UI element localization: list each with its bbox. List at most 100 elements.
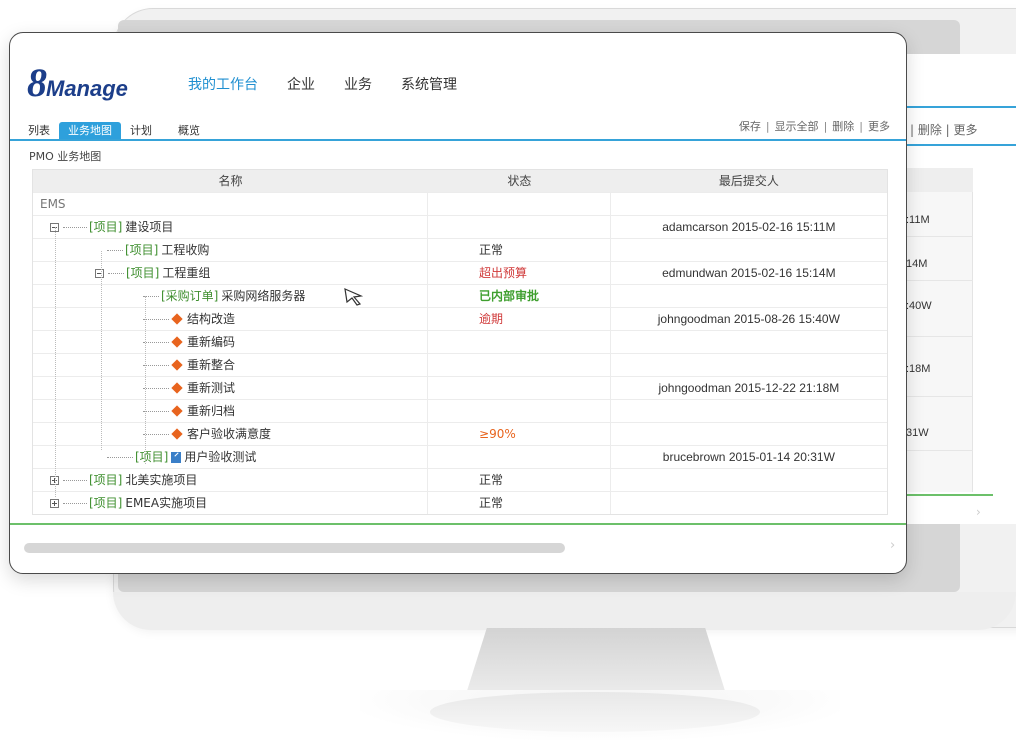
table-row[interactable]: 结构改造 逾期 johngoodman 2015-08-26 15:40W (33, 307, 887, 330)
row-name[interactable]: 重新归档 (187, 400, 235, 422)
row-name[interactable]: 用户验收测试 (184, 446, 256, 468)
row-tag: [项目] (89, 473, 123, 487)
monitor-screen-rule (905, 144, 1016, 146)
row-status (428, 216, 611, 238)
table-row[interactable]: 重新测试 johngoodman 2015-12-22 21:18M (33, 376, 887, 399)
collapse-toggle-icon[interactable] (95, 268, 104, 278)
table-row[interactable]: [项目] 工程重组 超出预算 edmundwan 2015-02-16 15:14… (33, 261, 887, 284)
column-header-name[interactable]: 名称 (33, 170, 428, 192)
row-submitter: brucebrown 2015-01-14 20:31W (662, 450, 835, 464)
row-tag: [项目] (89, 496, 123, 510)
stage: | 删除 | 更多 :11M 14M :40W :18M 31W › 8Mana… (0, 0, 1016, 743)
row-status (428, 446, 611, 468)
row-name[interactable]: 重新测试 (187, 377, 235, 399)
monitor-table-header (905, 168, 973, 192)
row-tag: [项目] (89, 220, 123, 234)
app-window: 8Manage 我的工作台 企业 业务 系统管理 列表 业务地图 计划 概览 保… (9, 32, 907, 574)
nav-item-workbench[interactable]: 我的工作台 (188, 74, 258, 94)
row-name[interactable]: 采购网络服务器 (221, 285, 305, 307)
row-name[interactable]: 结构改造 (187, 308, 235, 330)
table-row[interactable]: 重新整合 (33, 353, 887, 376)
monitor-row-line (905, 236, 973, 237)
row-status (428, 377, 611, 399)
row-name[interactable]: 北美实施项目 (125, 469, 197, 491)
row-name[interactable]: 工程重组 (162, 262, 210, 284)
row-submitter (611, 469, 887, 491)
monitor-toolbar: | 删除 | 更多 (910, 123, 978, 137)
tree-connector (143, 410, 169, 412)
row-name[interactable]: 建设项目 (125, 216, 173, 238)
delete-button[interactable]: 删除 (832, 120, 854, 133)
monitor-stand-neck (466, 628, 726, 694)
nav-item-business[interactable]: 业务 (344, 74, 372, 94)
row-status: 正常 (428, 239, 611, 261)
monitor-screen-rule (905, 106, 1016, 108)
row-submitter (611, 354, 887, 376)
section-title: PMO 业务地图 (29, 150, 102, 163)
table-row[interactable]: [项目] 北美实施项目 正常 (33, 468, 887, 491)
monitor-chin (113, 592, 1016, 630)
table-row[interactable]: [项目] 建设项目 adamcarson 2015-02-16 15:11M (33, 215, 887, 238)
tree-connector (63, 226, 87, 228)
milestone-diamond-icon (171, 405, 183, 417)
tree-guide-line (55, 227, 56, 497)
tree-connector (63, 502, 87, 504)
monitor-cell: 31W (906, 427, 929, 439)
table-row[interactable]: [项目] 用户验收测试 brucebrown 2015-01-14 20:31W (33, 445, 887, 468)
table-row[interactable]: [项目] EMEA实施项目 正常 (33, 491, 887, 514)
row-submitter (611, 285, 887, 307)
nav-item-system-admin[interactable]: 系统管理 (401, 74, 457, 94)
show-all-button[interactable]: 显示全部 (775, 120, 819, 133)
monitor-green-rule (905, 494, 993, 496)
sub-tabs: 列表 业务地图 计划 概览 (19, 122, 209, 140)
tree-connector (143, 341, 169, 343)
tab-list[interactable]: 列表 (19, 122, 59, 140)
row-name[interactable]: 客户验收满意度 (187, 423, 271, 445)
row-name[interactable]: 重新整合 (187, 354, 235, 376)
column-header-submitter[interactable]: 最后提交人 (611, 170, 887, 192)
table-row[interactable]: 客户验收满意度 ≥90% (33, 422, 887, 445)
tree-connector (107, 249, 123, 251)
tab-business-map[interactable]: 业务地图 (59, 122, 121, 140)
expand-toggle-icon[interactable] (50, 498, 59, 508)
table-row[interactable]: [采购订单] 采购网络服务器 已内部审批 (33, 284, 887, 307)
tree-connector (63, 479, 87, 481)
more-button[interactable]: 更多 (868, 120, 890, 133)
chevron-right-icon[interactable]: › (890, 538, 895, 553)
row-status (428, 331, 611, 353)
row-name[interactable]: 重新编码 (187, 331, 235, 353)
milestone-diamond-icon (171, 428, 183, 440)
row-submitter (611, 492, 887, 514)
monitor-cell: :11M (906, 214, 930, 226)
monitor-row-line (905, 450, 973, 451)
row-status: 已内部审批 (428, 285, 611, 307)
table-row[interactable]: 重新编码 (33, 330, 887, 353)
row-status (428, 193, 611, 215)
logo[interactable]: 8Manage (27, 59, 128, 106)
row-name[interactable]: 工程收购 (161, 239, 209, 261)
row-submitter (611, 423, 887, 445)
row-submitter: edmundwan 2015-02-16 15:14M (662, 266, 836, 280)
tab-plan[interactable]: 计划 (121, 122, 161, 140)
nav-item-enterprise[interactable]: 企业 (287, 74, 315, 94)
tab-overview[interactable]: 概览 (169, 122, 209, 140)
mouse-cursor-icon (344, 288, 364, 306)
tree-connector (143, 318, 169, 320)
tree-table: 名称 状态 最后提交人 EMS [项目] 建设项目 adamcarson 2015… (32, 169, 888, 515)
row-submitter (611, 193, 887, 215)
row-name[interactable]: EMEA实施项目 (125, 492, 207, 514)
horizontal-scrollbar[interactable] (24, 543, 565, 553)
monitor-row-line (905, 336, 973, 337)
row-submitter (611, 331, 887, 353)
table-row[interactable]: [项目] 工程收购 正常 (33, 238, 887, 261)
table-row[interactable]: EMS (33, 192, 887, 215)
column-header-status[interactable]: 状态 (428, 170, 611, 192)
toolbar-separator: | (765, 120, 770, 133)
row-status: 正常 (428, 492, 611, 514)
table-row[interactable]: 重新归档 (33, 399, 887, 422)
milestone-diamond-icon (171, 313, 183, 325)
row-tag: [项目] (135, 450, 169, 464)
tab-underline (10, 139, 906, 141)
save-button[interactable]: 保存 (739, 120, 761, 133)
edit-document-icon (171, 451, 182, 463)
